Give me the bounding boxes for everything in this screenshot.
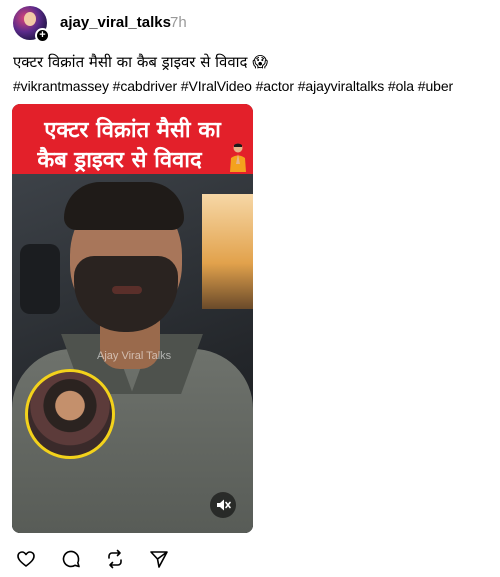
seat-headrest — [20, 244, 60, 314]
post-caption: एक्टर विक्रांत मैसी का कैब ड्राइवर से वि… — [13, 53, 268, 71]
share-button[interactable] — [149, 549, 169, 569]
comment-button[interactable] — [61, 549, 81, 569]
username[interactable]: ajay_viral_talks — [60, 14, 171, 31]
namaste-person-icon — [230, 143, 246, 172]
like-button[interactable] — [16, 549, 36, 569]
video-frame: Ajay Viral Talks — [12, 174, 253, 533]
title-banner: एक्टर विक्रांत मैसी का कैब ड्राइवर से वि… — [12, 104, 253, 174]
car-window — [202, 194, 253, 309]
banner-line-1: एक्टर विक्रांत मैसी का — [44, 118, 221, 143]
repost-icon — [108, 549, 122, 569]
video-media[interactable]: Ajay Viral Talks एक्टर विक्रांत मैसी का … — [12, 104, 253, 533]
follow-plus-icon[interactable]: + — [35, 28, 50, 43]
timestamp: 7h — [170, 14, 187, 31]
threads-post: + ajay_viral_talks 7h एक्टर विक्रांत मैस… — [0, 0, 500, 577]
share-icon — [150, 551, 168, 568]
comment-icon — [62, 550, 80, 568]
avatar[interactable]: + — [13, 6, 50, 43]
heart-icon — [17, 551, 35, 567]
inset-portrait — [25, 369, 115, 459]
mute-button[interactable] — [210, 492, 236, 518]
post-hashtags[interactable]: #vikrantmassey #cabdriver #VIralVideo #a… — [13, 78, 453, 94]
repost-button[interactable] — [105, 549, 125, 569]
banner-line-2: कैब ड्राइवर से विवाद — [37, 148, 202, 173]
video-watermark: Ajay Viral Talks — [97, 350, 172, 362]
speaker-muted-icon — [217, 499, 231, 511]
